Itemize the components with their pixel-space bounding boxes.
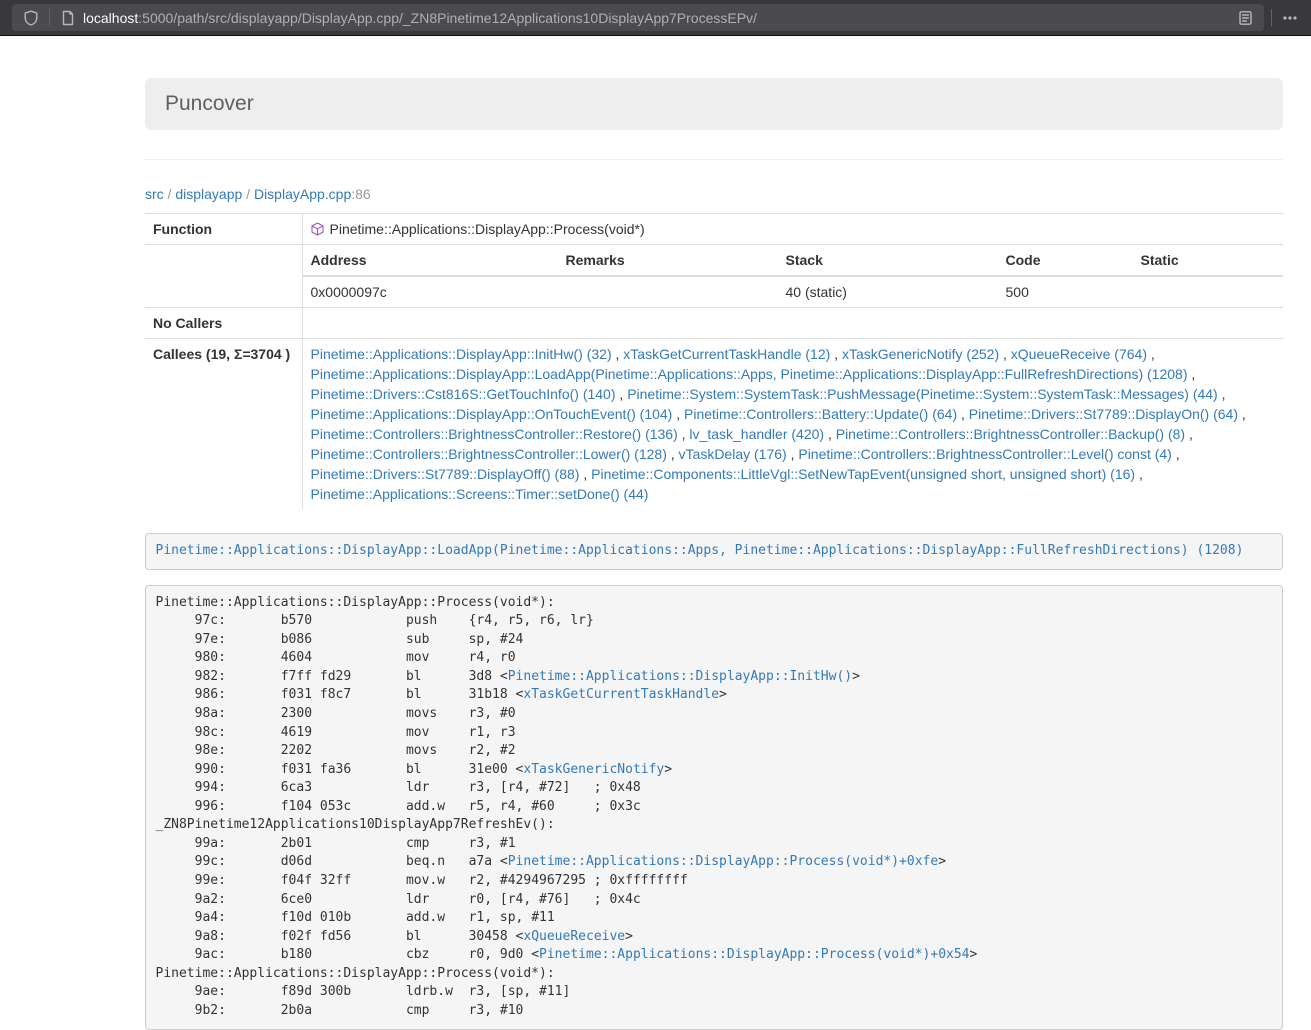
address-cell: 0x0000097c: [303, 276, 558, 307]
details-label: [145, 245, 302, 308]
jumbotron: Puncover: [145, 78, 1283, 130]
function-name: Pinetime::Applications::DisplayApp::Proc…: [330, 221, 645, 237]
symbol-link[interactable]: Pinetime::Applications::DisplayApp::Init…: [508, 669, 852, 684]
callee-link[interactable]: vTaskDelay (176): [679, 446, 787, 462]
callee-link[interactable]: xQueueReceive (764): [1011, 346, 1147, 362]
col-address: Address: [303, 245, 558, 276]
breadcrumb-line-number: :86: [351, 186, 370, 202]
callee-link[interactable]: Pinetime::Controllers::BrightnessControl…: [836, 426, 1185, 442]
callees-row: Callees (19, Σ=3704 ) Pinetime::Applicat…: [145, 339, 1283, 510]
callee-link[interactable]: Pinetime::Components::LittleVgl::SetNewT…: [591, 466, 1135, 482]
details-row: Address Remarks Stack Code Static 0x0000…: [145, 245, 1283, 308]
table-row: 0x0000097c 40 (static) 500: [303, 276, 1284, 307]
code-cell: 500: [998, 276, 1133, 307]
no-callers-row: No Callers: [145, 308, 1283, 339]
breadcrumb-separator: /: [164, 186, 176, 202]
callee-link[interactable]: Pinetime::Drivers::St7789::DisplayOn() (…: [969, 406, 1238, 422]
callee-link[interactable]: Pinetime::Controllers::BrightnessControl…: [311, 446, 667, 462]
url-path: :5000/path/src/displayapp/DisplayApp.cpp…: [138, 10, 757, 26]
col-remarks: Remarks: [558, 245, 778, 276]
details-cell: Address Remarks Stack Code Static 0x0000…: [302, 245, 1283, 308]
remarks-cell: [558, 276, 778, 307]
callee-link[interactable]: xTaskGetCurrentTaskHandle (12): [623, 346, 830, 362]
callee-link[interactable]: Pinetime::Controllers::BrightnessControl…: [311, 426, 678, 442]
callee-link[interactable]: Pinetime::Drivers::St7789::DisplayOff() …: [311, 466, 580, 482]
details-table: Address Remarks Stack Code Static 0x0000…: [303, 245, 1284, 307]
function-row: Function Pinetime::Applications::Display…: [145, 214, 1283, 245]
callees-cell: Pinetime::Applications::DisplayApp::Init…: [302, 339, 1283, 510]
col-code: Code: [998, 245, 1133, 276]
function-name-cell: Pinetime::Applications::DisplayApp::Proc…: [302, 214, 1283, 245]
divider: [145, 159, 1283, 160]
callee-link[interactable]: Pinetime::Applications::Screens::Timer::…: [311, 486, 649, 502]
page-icon[interactable]: [57, 7, 79, 29]
symbol-table: Function Pinetime::Applications::Display…: [145, 213, 1283, 509]
selected-symbol-link[interactable]: Pinetime::Applications::DisplayApp::Load…: [156, 543, 1244, 558]
breadcrumb-link[interactable]: displayapp: [175, 186, 242, 202]
callee-link[interactable]: xTaskGenericNotify (252): [842, 346, 999, 362]
no-callers-label: No Callers: [145, 308, 302, 339]
browser-toolbar: localhost:5000/path/src/displayapp/Displ…: [0, 0, 1311, 36]
no-callers-cell: [302, 308, 1283, 339]
callee-link[interactable]: Pinetime::Applications::DisplayApp::Load…: [311, 366, 1188, 382]
col-static: Static: [1133, 245, 1284, 276]
breadcrumb-link[interactable]: src: [145, 186, 164, 202]
ellipsis-icon[interactable]: [1279, 7, 1301, 29]
callee-link[interactable]: Pinetime::System::SystemTask::PushMessag…: [627, 386, 1218, 402]
symbol-link[interactable]: Pinetime::Applications::DisplayApp::Proc…: [539, 947, 969, 962]
symbol-link[interactable]: Pinetime::Applications::DisplayApp::Proc…: [508, 854, 938, 869]
url-host: localhost: [83, 10, 138, 26]
url-bar[interactable]: localhost:5000/path/src/displayapp/Displ…: [12, 4, 1264, 31]
page-content: Puncover src / displayapp / DisplayApp.c…: [0, 36, 1311, 1030]
urlbar-separator: [49, 9, 50, 26]
symbol-link[interactable]: xTaskGetCurrentTaskHandle: [523, 687, 719, 702]
selected-symbol-block: Pinetime::Applications::DisplayApp::Load…: [145, 533, 1283, 570]
url-text[interactable]: localhost:5000/path/src/displayapp/Displ…: [83, 10, 1234, 26]
cube-icon: [311, 222, 324, 236]
page-title: Puncover: [165, 92, 1263, 116]
callee-link[interactable]: Pinetime::Applications::DisplayApp::OnTo…: [311, 406, 673, 422]
callee-link[interactable]: Pinetime::Controllers::BrightnessControl…: [798, 446, 1171, 462]
stack-cell: 40 (static): [778, 276, 998, 307]
callee-link[interactable]: Pinetime::Drivers::Cst816S::GetTouchInfo…: [311, 386, 616, 402]
callee-link[interactable]: lv_task_handler (420): [689, 426, 824, 442]
static-cell: [1133, 276, 1284, 307]
function-label: Function: [145, 214, 302, 245]
reader-view-icon[interactable]: [1234, 7, 1256, 29]
disassembly-block: Pinetime::Applications::DisplayApp::Proc…: [145, 585, 1283, 1030]
breadcrumb: src / displayapp / DisplayApp.cpp:86: [145, 184, 1283, 204]
symbol-link[interactable]: xQueueReceive: [523, 929, 625, 944]
symbol-link[interactable]: xTaskGenericNotify: [523, 762, 664, 777]
toolbar-separator: [1271, 9, 1272, 26]
callees-label: Callees (19, Σ=3704 ): [145, 339, 302, 510]
breadcrumb-separator: /: [242, 186, 254, 202]
col-stack: Stack: [778, 245, 998, 276]
callee-link[interactable]: Pinetime::Controllers::Battery::Update()…: [684, 406, 957, 422]
shield-icon[interactable]: [20, 7, 42, 29]
breadcrumb-link[interactable]: DisplayApp.cpp: [254, 186, 351, 202]
callee-link[interactable]: Pinetime::Applications::DisplayApp::Init…: [311, 346, 612, 362]
